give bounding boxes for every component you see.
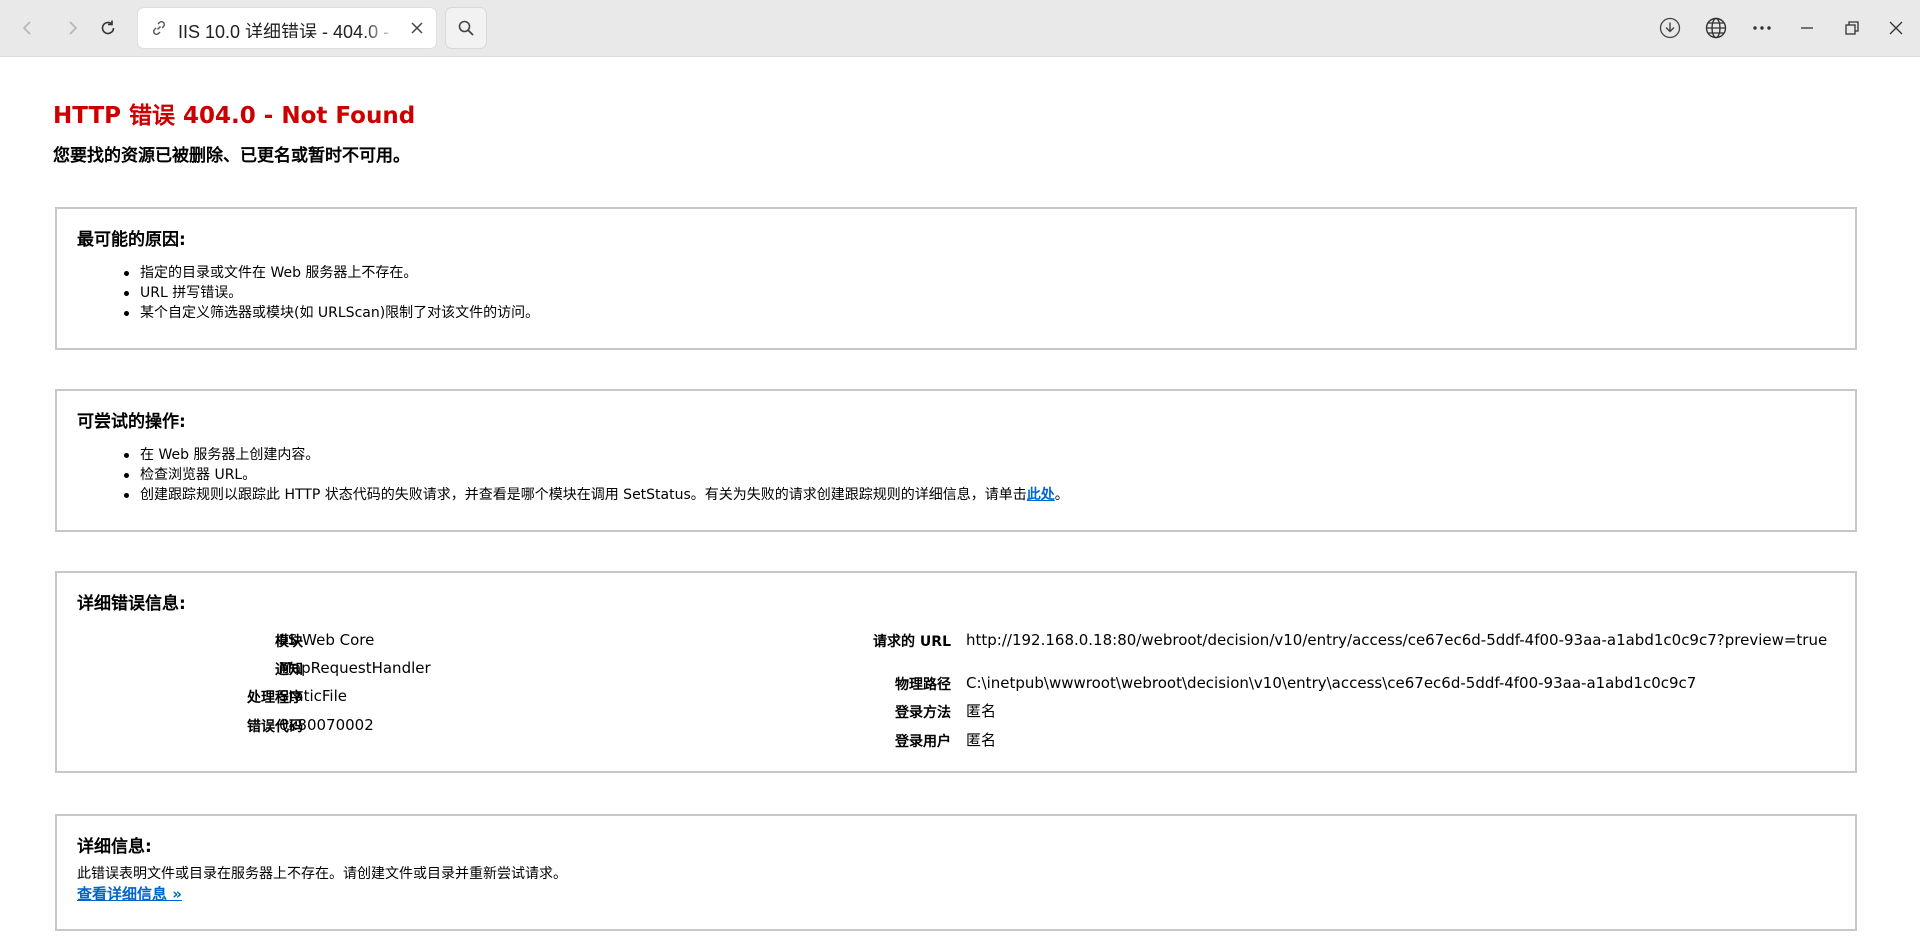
physical-path-label: 物理路径 bbox=[895, 677, 951, 693]
list-item: 检查浏览器 URL。 bbox=[124, 465, 1069, 485]
more-info-section: 详细信息: 此错误表明文件或目录在服务器上不存在。请创建文件或目录并重新尝试请求… bbox=[55, 814, 1857, 931]
error-info-section: 详细错误信息: 模块 IIS Web Core 通知 MapRequestHan… bbox=[55, 571, 1857, 773]
requested-url-value: http://192.168.0.18:80/webroot/decision/… bbox=[966, 631, 1828, 649]
refresh-icon[interactable] bbox=[92, 12, 124, 44]
notification-value: MapRequestHandler bbox=[279, 659, 431, 677]
download-icon[interactable] bbox=[1654, 12, 1686, 44]
actions-list: 在 Web 服务器上创建内容。 检查浏览器 URL。 创建跟踪规则以跟踪此 HT… bbox=[124, 445, 1069, 505]
module-value: IIS Web Core bbox=[279, 631, 375, 649]
error-page: HTTP 错误 404.0 - Not Found 您要找的资源已被删除、已更名… bbox=[0, 57, 1920, 937]
globe-icon[interactable] bbox=[1700, 12, 1732, 44]
error-code-value: 0x80070002 bbox=[279, 716, 374, 734]
requested-url-label: 请求的 URL bbox=[873, 634, 951, 650]
page-title: HTTP 错误 404.0 - Not Found bbox=[53, 103, 416, 129]
search-icon[interactable] bbox=[446, 8, 486, 48]
more-icon[interactable] bbox=[1746, 12, 1778, 44]
causes-section: 最可能的原因: 指定的目录或文件在 Web 服务器上不存在。 URL 拼写错误。… bbox=[55, 207, 1857, 350]
link-icon bbox=[150, 19, 168, 41]
actions-section: 可尝试的操作: 在 Web 服务器上创建内容。 检查浏览器 URL。 创建跟踪规… bbox=[55, 389, 1857, 532]
back-arrow-icon[interactable] bbox=[12, 12, 44, 44]
close-icon[interactable] bbox=[408, 19, 426, 41]
logon-method-label: 登录方法 bbox=[895, 705, 951, 721]
list-item: 指定的目录或文件在 Web 服务器上不存在。 bbox=[123, 263, 539, 283]
causes-heading: 最可能的原因: bbox=[77, 230, 186, 250]
close-icon[interactable] bbox=[1880, 12, 1912, 44]
view-more-info-link[interactable]: 查看详细信息 » bbox=[77, 883, 182, 904]
actions-heading: 可尝试的操作: bbox=[77, 412, 186, 432]
browser-toolbar: IIS 10.0 详细错误 - 404.0 - Not Found bbox=[0, 0, 1920, 57]
list-item-text: 创建跟踪规则以跟踪此 HTTP 状态代码的失败请求，并查看是哪个模块在调用 Se… bbox=[140, 487, 1027, 503]
tab-title: IIS 10.0 详细错误 - 404.0 - Not Found bbox=[178, 22, 396, 38]
physical-path-value: C:\inetpub\wwwroot\webroot\decision\v10\… bbox=[966, 674, 1697, 692]
list-item: URL 拼写错误。 bbox=[123, 283, 539, 303]
logon-user-value: 匿名 bbox=[966, 731, 997, 749]
more-info-heading: 详细信息: bbox=[77, 837, 152, 857]
list-item: 创建跟踪规则以跟踪此 HTTP 状态代码的失败请求，并查看是哪个模块在调用 Se… bbox=[124, 485, 1069, 505]
list-item-end: 。 bbox=[1054, 487, 1069, 503]
browser-tab[interactable]: IIS 10.0 详细错误 - 404.0 - Not Found bbox=[138, 8, 436, 48]
restore-icon[interactable] bbox=[1836, 12, 1868, 44]
more-info-text: 此错误表明文件或目录在服务器上不存在。请创建文件或目录并重新尝试请求。 bbox=[77, 866, 567, 882]
list-item: 在 Web 服务器上创建内容。 bbox=[124, 445, 1069, 465]
logon-user-label: 登录用户 bbox=[895, 734, 951, 750]
logon-method-value: 匿名 bbox=[966, 702, 997, 720]
here-link[interactable]: 此处 bbox=[1027, 487, 1055, 503]
causes-list: 指定的目录或文件在 Web 服务器上不存在。 URL 拼写错误。 某个自定义筛选… bbox=[123, 263, 540, 323]
forward-arrow-icon[interactable] bbox=[56, 12, 88, 44]
handler-value: StaticFile bbox=[279, 687, 347, 705]
page-subtitle: 您要找的资源已被删除、已更名或暂时不可用。 bbox=[53, 146, 410, 166]
list-item: 某个自定义筛选器或模块(如 URLScan)限制了对该文件的访问。 bbox=[123, 305, 540, 321]
minimize-icon[interactable] bbox=[1791, 12, 1823, 44]
error-info-heading: 详细错误信息: bbox=[77, 594, 186, 614]
